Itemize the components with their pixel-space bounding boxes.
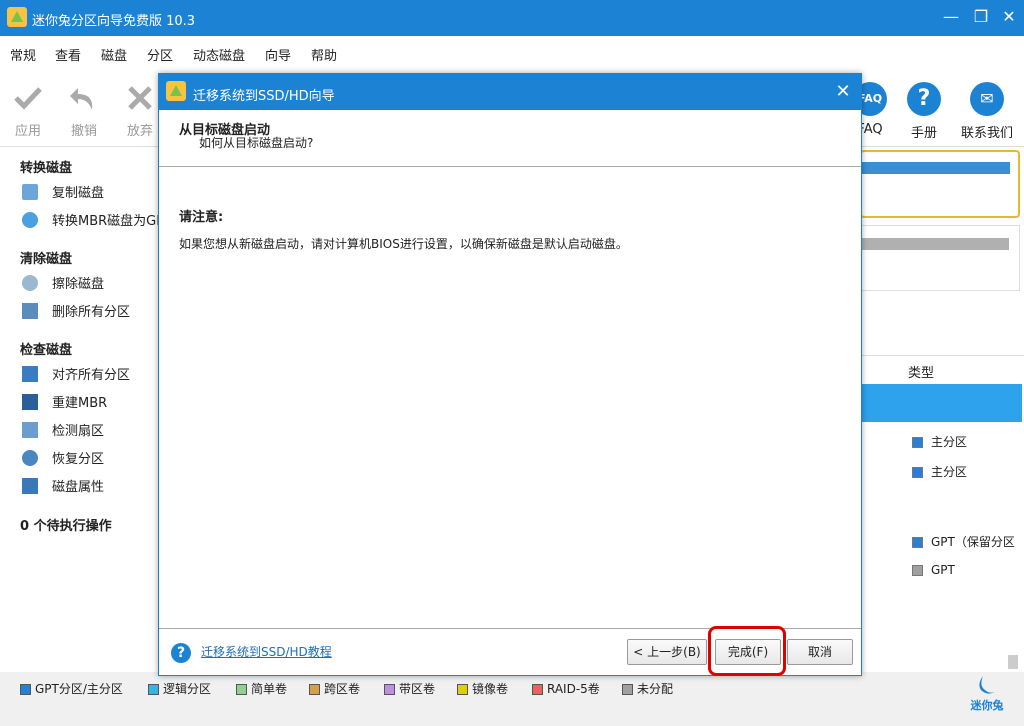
partition-color-swatch <box>912 565 923 576</box>
table-row[interactable]: GPT <box>912 563 955 577</box>
migrate-os-dialog: 迁移系统到SSD/HD向导 ✕ 从目标磁盘启动 如何从目标磁盘启动? 请注意: … <box>158 73 862 676</box>
dialog-close-button[interactable]: ✕ <box>831 80 855 104</box>
notice-body: 如果您想从新磁盘启动，请对计算机BIOS进行设置，以确保新磁盘是默认启动磁盘。 <box>179 237 628 251</box>
legend-gpt-primary: GPT分区/主分区 <box>20 680 123 697</box>
discard-icon <box>128 86 152 110</box>
pending-operations: 0 个待执行操作 <box>20 519 112 534</box>
legend-unallocated: 未分配 <box>622 680 673 697</box>
partition-color-swatch <box>912 537 923 548</box>
dialog-title: 迁移系统到SSD/HD向导 <box>193 89 335 104</box>
undo-button[interactable]: 撤销 <box>60 80 108 139</box>
brand-logo-icon <box>979 676 995 694</box>
legend-raid5: RAID-5卷 <box>532 680 600 697</box>
undo-label: 撤销 <box>70 124 97 139</box>
menu-disk[interactable]: 磁盘 <box>101 45 127 64</box>
copy-disk-icon <box>22 183 38 200</box>
sidebar-item-align-partitions[interactable]: 对齐所有分区 <box>22 364 130 386</box>
undo-icon <box>70 88 93 110</box>
discard-button[interactable]: 放弃 <box>116 80 164 139</box>
sidebar-item-delete-all-partitions[interactable]: 删除所有分区 <box>22 301 130 323</box>
partition-color-swatch <box>912 467 923 478</box>
action-sidebar: 转换磁盘 复制磁盘 转换MBR磁盘为GPT 清除磁盘 擦除磁盘 删除所有分区 检… <box>0 147 172 672</box>
recover-icon <box>22 449 38 466</box>
legend-mirrored: 镜像卷 <box>457 680 508 697</box>
table-row[interactable]: 主分区 <box>912 433 967 450</box>
legend-logical: 逻辑分区 <box>148 680 211 697</box>
legend-spanned: 跨区卷 <box>309 680 360 697</box>
finish-button-highlight <box>708 626 786 676</box>
section-title-check: 检查磁盘 <box>20 343 73 358</box>
convert-disk-icon <box>22 211 38 228</box>
disk-card-1[interactable] <box>860 150 1020 218</box>
app-title-bar: 迷你兔分区向导免费版 10.3 — ❐ ✕ <box>0 0 1024 36</box>
step-subtitle: 如何从目标磁盘启动? <box>199 136 314 150</box>
manual-button[interactable]: ? 手册 <box>900 80 948 141</box>
manual-label: 手册 <box>910 126 937 141</box>
trash-icon <box>22 302 38 319</box>
properties-icon <box>22 477 38 494</box>
table-row[interactable]: 主分区 <box>912 463 967 480</box>
brand-logo: 迷你兔 <box>958 674 1016 714</box>
wizard-step-header: 从目标磁盘启动 如何从目标磁盘启动? <box>159 110 861 167</box>
partition-color-swatch <box>912 437 923 448</box>
menu-partition[interactable]: 分区 <box>147 45 173 64</box>
contact-label: 联系我们 <box>960 126 1013 141</box>
close-window-button[interactable]: ✕ <box>996 6 1022 28</box>
wipe-disk-icon <box>22 274 38 291</box>
section-title-wipe: 清除磁盘 <box>20 252 73 267</box>
sidebar-item-convert-mbr-gpt[interactable]: 转换MBR磁盘为GPT <box>22 210 172 232</box>
contact-button[interactable]: ✉ 联系我们 <box>958 80 1016 141</box>
mail-icon: ✉ <box>970 82 1004 116</box>
sidebar-item-disk-properties[interactable]: 磁盘属性 <box>22 476 104 498</box>
pane-divider <box>858 355 1024 356</box>
column-header-type[interactable]: 类型 <box>908 362 934 381</box>
restore-button[interactable]: ❐ <box>968 6 994 28</box>
menu-general[interactable]: 常规 <box>10 45 36 64</box>
disk-card-2[interactable] <box>858 225 1020 291</box>
menu-dynamic-disk[interactable]: 动态磁盘 <box>193 45 245 64</box>
discard-label: 放弃 <box>126 124 153 139</box>
disk-1-usage-bar <box>862 162 1010 174</box>
sidebar-item-copy-disk[interactable]: 复制磁盘 <box>22 182 104 204</box>
notice-title: 请注意: <box>179 210 224 225</box>
help-icon[interactable]: ? <box>171 643 191 663</box>
app-title: 迷你兔分区向导免费版 10.3 <box>32 14 196 29</box>
section-title-convert: 转换磁盘 <box>20 161 73 176</box>
legend-striped: 带区卷 <box>384 680 435 697</box>
app-logo-icon <box>7 7 27 27</box>
sidebar-item-surface-test[interactable]: 检测扇区 <box>22 420 104 442</box>
menu-wizard[interactable]: 向导 <box>265 45 291 64</box>
wrench-icon <box>22 393 38 410</box>
surface-test-icon <box>22 421 38 438</box>
app-logo-icon <box>166 81 186 101</box>
question-icon: ? <box>907 82 941 116</box>
table-row-selected[interactable] <box>858 384 1022 422</box>
sidebar-item-wipe-disk[interactable]: 擦除磁盘 <box>22 273 104 295</box>
align-icon <box>22 365 38 382</box>
back-button[interactable]: < 上一步(B) <box>627 639 707 665</box>
menu-view[interactable]: 查看 <box>55 45 81 64</box>
sidebar-item-rebuild-mbr[interactable]: 重建MBR <box>22 392 107 414</box>
apply-label: 应用 <box>14 124 41 139</box>
menu-bar: 常规 查看 磁盘 分区 动态磁盘 向导 帮助 <box>0 36 1024 71</box>
disk-2-usage-bar <box>859 238 1009 250</box>
legend-simple: 简单卷 <box>236 680 287 697</box>
checkmark-icon <box>14 87 42 110</box>
tutorial-link[interactable]: 迁移系统到SSD/HD教程 <box>201 643 332 660</box>
apply-button[interactable]: 应用 <box>4 80 52 139</box>
partition-legend: GPT分区/主分区 逻辑分区 简单卷 跨区卷 带区卷 镜像卷 RAID-5卷 未… <box>0 672 1024 726</box>
sidebar-item-recover-partition[interactable]: 恢复分区 <box>22 448 104 470</box>
scrollbar-thumb[interactable] <box>1008 655 1018 669</box>
table-row[interactable]: GPT（保留分区 <box>912 533 1015 550</box>
cancel-button[interactable]: 取消 <box>787 639 853 665</box>
minimize-button[interactable]: — <box>938 6 964 28</box>
dialog-title-bar: 迁移系统到SSD/HD向导 ✕ <box>159 74 861 110</box>
menu-help[interactable]: 帮助 <box>311 45 337 64</box>
